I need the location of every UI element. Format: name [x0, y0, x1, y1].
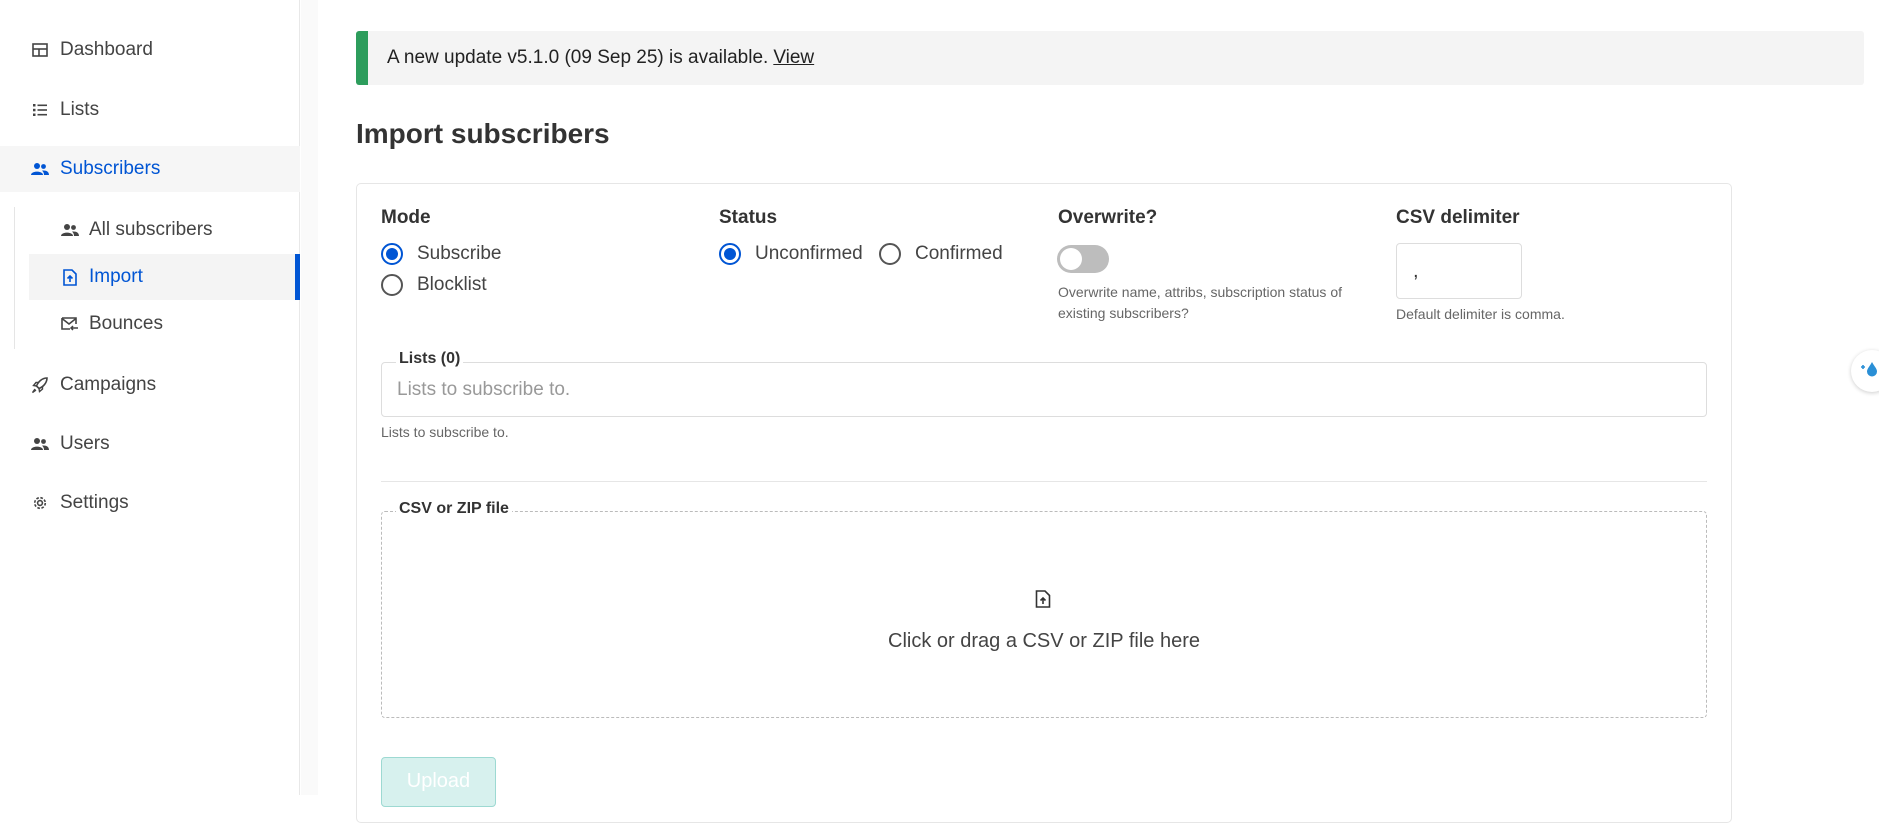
- gear-icon: [30, 493, 50, 513]
- sidebar-item-lists[interactable]: Lists: [0, 87, 300, 133]
- update-banner: A new update v5.1.0 (09 Sep 25) is avail…: [356, 31, 1864, 85]
- sidebar-subitem-all-subscribers[interactable]: All subscribers: [29, 207, 300, 253]
- form-divider: [381, 481, 1707, 482]
- sidebar-item-label: Dashboard: [60, 39, 153, 60]
- file-import-icon: [61, 268, 79, 286]
- dashboard-icon: [30, 40, 50, 60]
- mail-bounce-icon: [61, 315, 79, 333]
- lists-label: Lists (0): [396, 350, 464, 368]
- rocket-icon: [30, 375, 50, 395]
- sidebar-item-campaigns[interactable]: Campaigns: [0, 362, 300, 408]
- sidebar-item-label: Campaigns: [60, 374, 157, 395]
- sidebar-subitem-label: Import: [89, 266, 143, 287]
- sidebar-item-label: Subscribers: [60, 158, 161, 179]
- droplet-icon: [1857, 360, 1879, 383]
- sidebar-subitem-bounces[interactable]: Bounces: [29, 301, 300, 347]
- banner-text: A new update v5.1.0 (09 Sep 25) is avail…: [387, 47, 769, 68]
- users-icon: [61, 221, 79, 239]
- radio-label: Blocklist: [417, 274, 487, 295]
- dropzone-text: Click or drag a CSV or ZIP file here: [888, 630, 1200, 652]
- upload-button[interactable]: Upload: [381, 757, 496, 807]
- subnav-divider: [14, 207, 15, 349]
- content-gutter: [301, 0, 318, 795]
- overwrite-label: Overwrite?: [1058, 207, 1158, 228]
- users-icon: [30, 159, 50, 179]
- radio-checked-icon: [381, 243, 403, 265]
- radio-label: Unconfirmed: [755, 243, 863, 264]
- floating-widget-button[interactable]: [1851, 350, 1879, 392]
- page-title: Import subscribers: [356, 118, 610, 149]
- import-form-card: [356, 183, 1732, 823]
- radio-unchecked-icon: [381, 274, 403, 296]
- sidebar-subitem-import[interactable]: Import: [29, 254, 300, 300]
- radio-checked-icon: [719, 243, 741, 265]
- sidebar-item-dashboard[interactable]: Dashboard: [0, 27, 300, 73]
- radio-label: Subscribe: [417, 243, 502, 264]
- file-upload-icon: [1035, 590, 1053, 610]
- overwrite-toggle[interactable]: [1057, 245, 1109, 273]
- delimiter-help: Default delimiter is comma.: [1396, 306, 1565, 322]
- radio-unchecked-icon: [879, 243, 901, 265]
- overwrite-help-line: Overwrite name, attribs, subscription st…: [1058, 284, 1342, 300]
- users-icon: [30, 434, 50, 454]
- sidebar-subitem-label: All subscribers: [89, 219, 213, 240]
- radio-label: Confirmed: [915, 243, 1003, 264]
- status-confirmed-radio[interactable]: Confirmed: [879, 243, 1003, 265]
- lists-help: Lists to subscribe to.: [381, 424, 509, 440]
- sidebar: Dashboard Lists Subscribers All subscrib…: [0, 0, 300, 795]
- lists-input[interactable]: [381, 362, 1707, 417]
- sidebar-item-label: Lists: [60, 99, 100, 120]
- mode-subscribe-radio[interactable]: Subscribe: [381, 243, 502, 265]
- overwrite-help-line: existing subscribers?: [1058, 305, 1189, 321]
- status-unconfirmed-radio[interactable]: Unconfirmed: [719, 243, 863, 265]
- sidebar-item-label: Settings: [60, 492, 129, 513]
- sidebar-item-subscribers[interactable]: Subscribers: [0, 146, 300, 192]
- mode-label: Mode: [381, 207, 431, 228]
- banner-view-link[interactable]: View: [773, 47, 814, 69]
- sidebar-subitem-label: Bounces: [89, 313, 163, 334]
- delimiter-input[interactable]: [1396, 243, 1522, 299]
- sidebar-item-users[interactable]: Users: [0, 421, 300, 467]
- file-label: CSV or ZIP file: [396, 500, 512, 518]
- list-icon: [30, 100, 50, 120]
- delimiter-label: CSV delimiter: [1396, 207, 1520, 228]
- overwrite-help: Overwrite name, attribs, subscription st…: [1058, 282, 1342, 324]
- sidebar-item-label: Users: [60, 433, 110, 454]
- file-dropzone[interactable]: [381, 511, 1707, 718]
- status-label: Status: [719, 207, 778, 228]
- sidebar-item-settings[interactable]: Settings: [0, 480, 300, 526]
- mode-blocklist-radio[interactable]: Blocklist: [381, 274, 487, 296]
